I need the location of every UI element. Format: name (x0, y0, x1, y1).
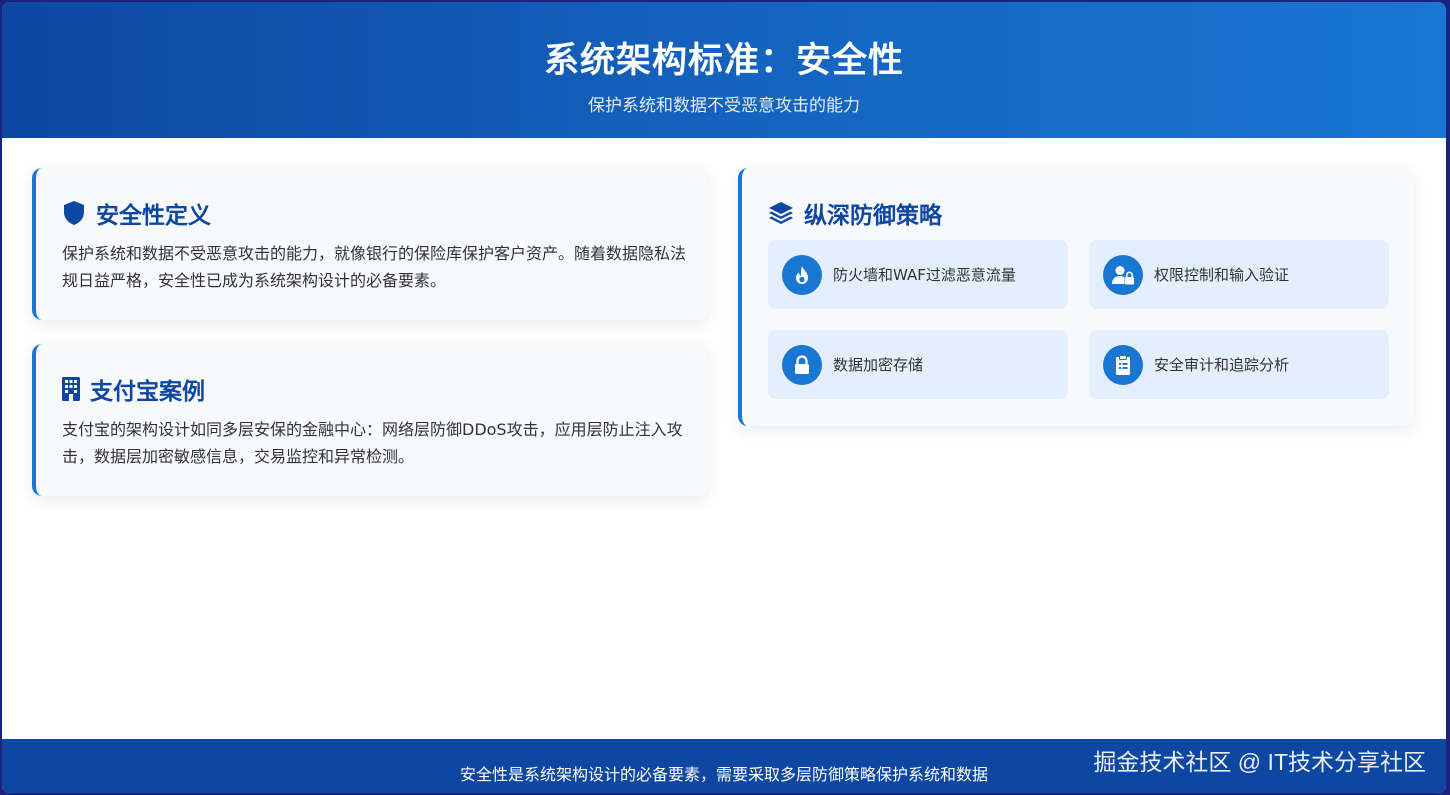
strategy-card-title: 纵深防御策略 (768, 196, 942, 230)
strategy-title-text: 纵深防御策略 (804, 203, 942, 229)
strategy-item-access-control: 权限控制和输入验证 (1089, 240, 1389, 309)
strategy-item-label: 安全审计和追踪分析 (1154, 356, 1290, 374)
building-icon (62, 377, 80, 401)
strategy-item-label: 数据加密存储 (833, 356, 924, 374)
case-title-text: 支付宝案例 (90, 379, 205, 405)
definition-card-title: 安全性定义 (62, 196, 211, 230)
layers-icon (768, 201, 794, 225)
strategy-item-encryption: 数据加密存储 (768, 330, 1068, 399)
case-card-body: 支付宝的架构设计如同多层安保的金融中心：网络层防御DDoS攻击，应用层防止注入攻… (62, 420, 683, 466)
lock-icon (782, 344, 822, 385)
case-card: 支付宝案例 支付宝的架构设计如同多层安保的金融中心：网络层防御DDoS攻击，应用… (32, 344, 708, 496)
definition-card: 安全性定义 保护系统和数据不受恶意攻击的能力，就像银行的保险库保护客户资产。随着… (32, 168, 708, 320)
definition-title-text: 安全性定义 (96, 203, 211, 229)
definition-card-body: 保护系统和数据不受恶意攻击的能力，就像银行的保险库保护客户资产。随着数据隐私法规… (62, 244, 687, 290)
strategy-item-firewall: 防火墙和WAF过滤恶意流量 (768, 240, 1068, 309)
case-card-title: 支付宝案例 (62, 372, 205, 406)
fire-icon (782, 254, 822, 295)
watermark: 掘金技术社区 @ IT技术分享社区 (1093, 749, 1426, 775)
strategy-item-label: 防火墙和WAF过滤恶意流量 (833, 266, 1016, 284)
page-subtitle: 保护系统和数据不受恶意攻击的能力 (588, 96, 860, 116)
page-header: 系统架构标准：安全性 保护系统和数据不受恶意攻击的能力 (2, 2, 1446, 138)
page-frame: 系统架构标准：安全性 保护系统和数据不受恶意攻击的能力 安全性定义 保护系统和数… (2, 2, 1446, 793)
clipboard-icon (1103, 344, 1143, 385)
strategy-card: 纵深防御策略 防火墙和WAF过滤恶意流量 权限控制和输入验证 数据加密存储 安全… (738, 168, 1414, 426)
page-title: 系统架构标准：安全性 (543, 41, 904, 81)
page-footer: 安全性是系统架构设计的必备要素，需要采取多层防御策略保护系统和数据 掘金技术社区… (2, 739, 1446, 793)
strategy-item-audit: 安全审计和追踪分析 (1089, 330, 1389, 399)
user-lock-icon (1103, 254, 1143, 295)
shield-icon (62, 200, 86, 226)
strategy-item-label: 权限控制和输入验证 (1154, 266, 1290, 284)
